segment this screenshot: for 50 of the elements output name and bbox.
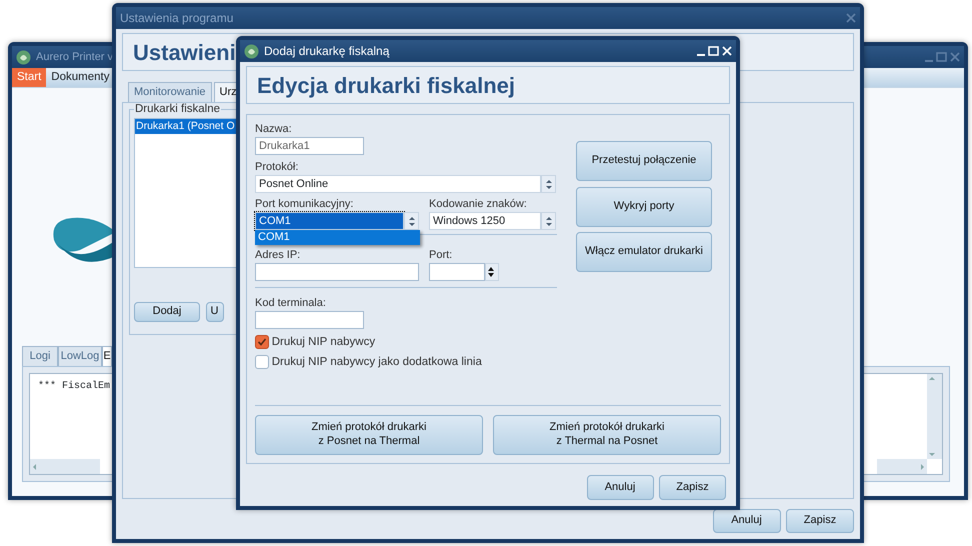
button[interactable]: Zapisz: [786, 509, 854, 533]
scrollbar-track[interactable]: [30, 459, 100, 474]
checkbox[interactable]: [255, 355, 269, 369]
text-field[interactable]: [255, 263, 419, 281]
tab[interactable]: Urz: [214, 82, 239, 102]
menu-tab[interactable]: Dokumenty: [46, 68, 110, 88]
button[interactable]: U: [206, 302, 224, 322]
log-tab[interactable]: E: [102, 346, 112, 366]
field-label: Kodowanie znaków:: [429, 198, 528, 211]
button[interactable]: Włącz emulator drukarki: [576, 232, 712, 272]
tab[interactable]: Monitorowanie: [128, 82, 212, 102]
button[interactable]: Zapisz: [659, 475, 726, 500]
log-tab[interactable]: Logi: [22, 346, 58, 366]
scroll-right-icon[interactable]: [918, 462, 927, 472]
checkbox-label: Drukuj NIP nabywcy jako dodatkowa linia: [272, 356, 482, 368]
field-label: Kod terminala:: [255, 297, 327, 310]
log-text: *** FiscalEm: [38, 380, 110, 392]
button[interactable]: Zmień protokół drukarki z Thermal na Posnet: [493, 415, 721, 455]
updown-arrow-icon: [544, 216, 552, 226]
app-icon: [244, 44, 259, 58]
dropdown-option[interactable]: COM1: [258, 230, 417, 245]
field-label: Nazwa:: [255, 123, 293, 136]
check-icon: [257, 337, 267, 347]
updown-arrow-icon: [544, 178, 552, 190]
field-label: Port komunikacyjny:: [255, 198, 354, 211]
updown-arrow-icon: [408, 216, 416, 226]
checkbox-label: Drukuj NIP nabywcy: [272, 336, 376, 348]
button[interactable]: Wykryj porty: [576, 186, 712, 226]
window-title: Dodaj drukarkę fiskalną: [264, 43, 390, 60]
list-item[interactable]: Drukarka1 (Posnet O: [135, 118, 236, 134]
window-heading: Ustawieni: [133, 38, 236, 66]
scroll-down-icon[interactable]: [927, 450, 937, 459]
field-label: Protokół:: [255, 161, 300, 174]
number-field[interactable]: [429, 263, 499, 281]
app-icon: [16, 50, 31, 64]
field-label: Adres IP:: [255, 249, 302, 262]
log-tab[interactable]: LowLog: [58, 346, 102, 366]
button[interactable]: Anuluj: [712, 509, 780, 533]
button[interactable]: Przetestuj połączenie: [576, 141, 712, 181]
button[interactable]: Anuluj: [586, 475, 654, 500]
text-field[interactable]: [255, 311, 364, 329]
vertical-scrollbar[interactable]: [927, 374, 942, 459]
group-title: Drukarki fiskalne: [134, 102, 221, 116]
checkbox[interactable]: [255, 335, 269, 349]
button[interactable]: Dodaj: [134, 302, 200, 322]
window-heading: Edycja drukarki fiskalnej: [257, 72, 516, 100]
scrollbar-track[interactable]: [877, 459, 927, 474]
button[interactable]: Zmień protokół drukarki z Posnet na Thermal: [255, 415, 483, 455]
field-label: Port:: [429, 249, 454, 262]
window-title: Ustawienia programu: [120, 10, 234, 27]
